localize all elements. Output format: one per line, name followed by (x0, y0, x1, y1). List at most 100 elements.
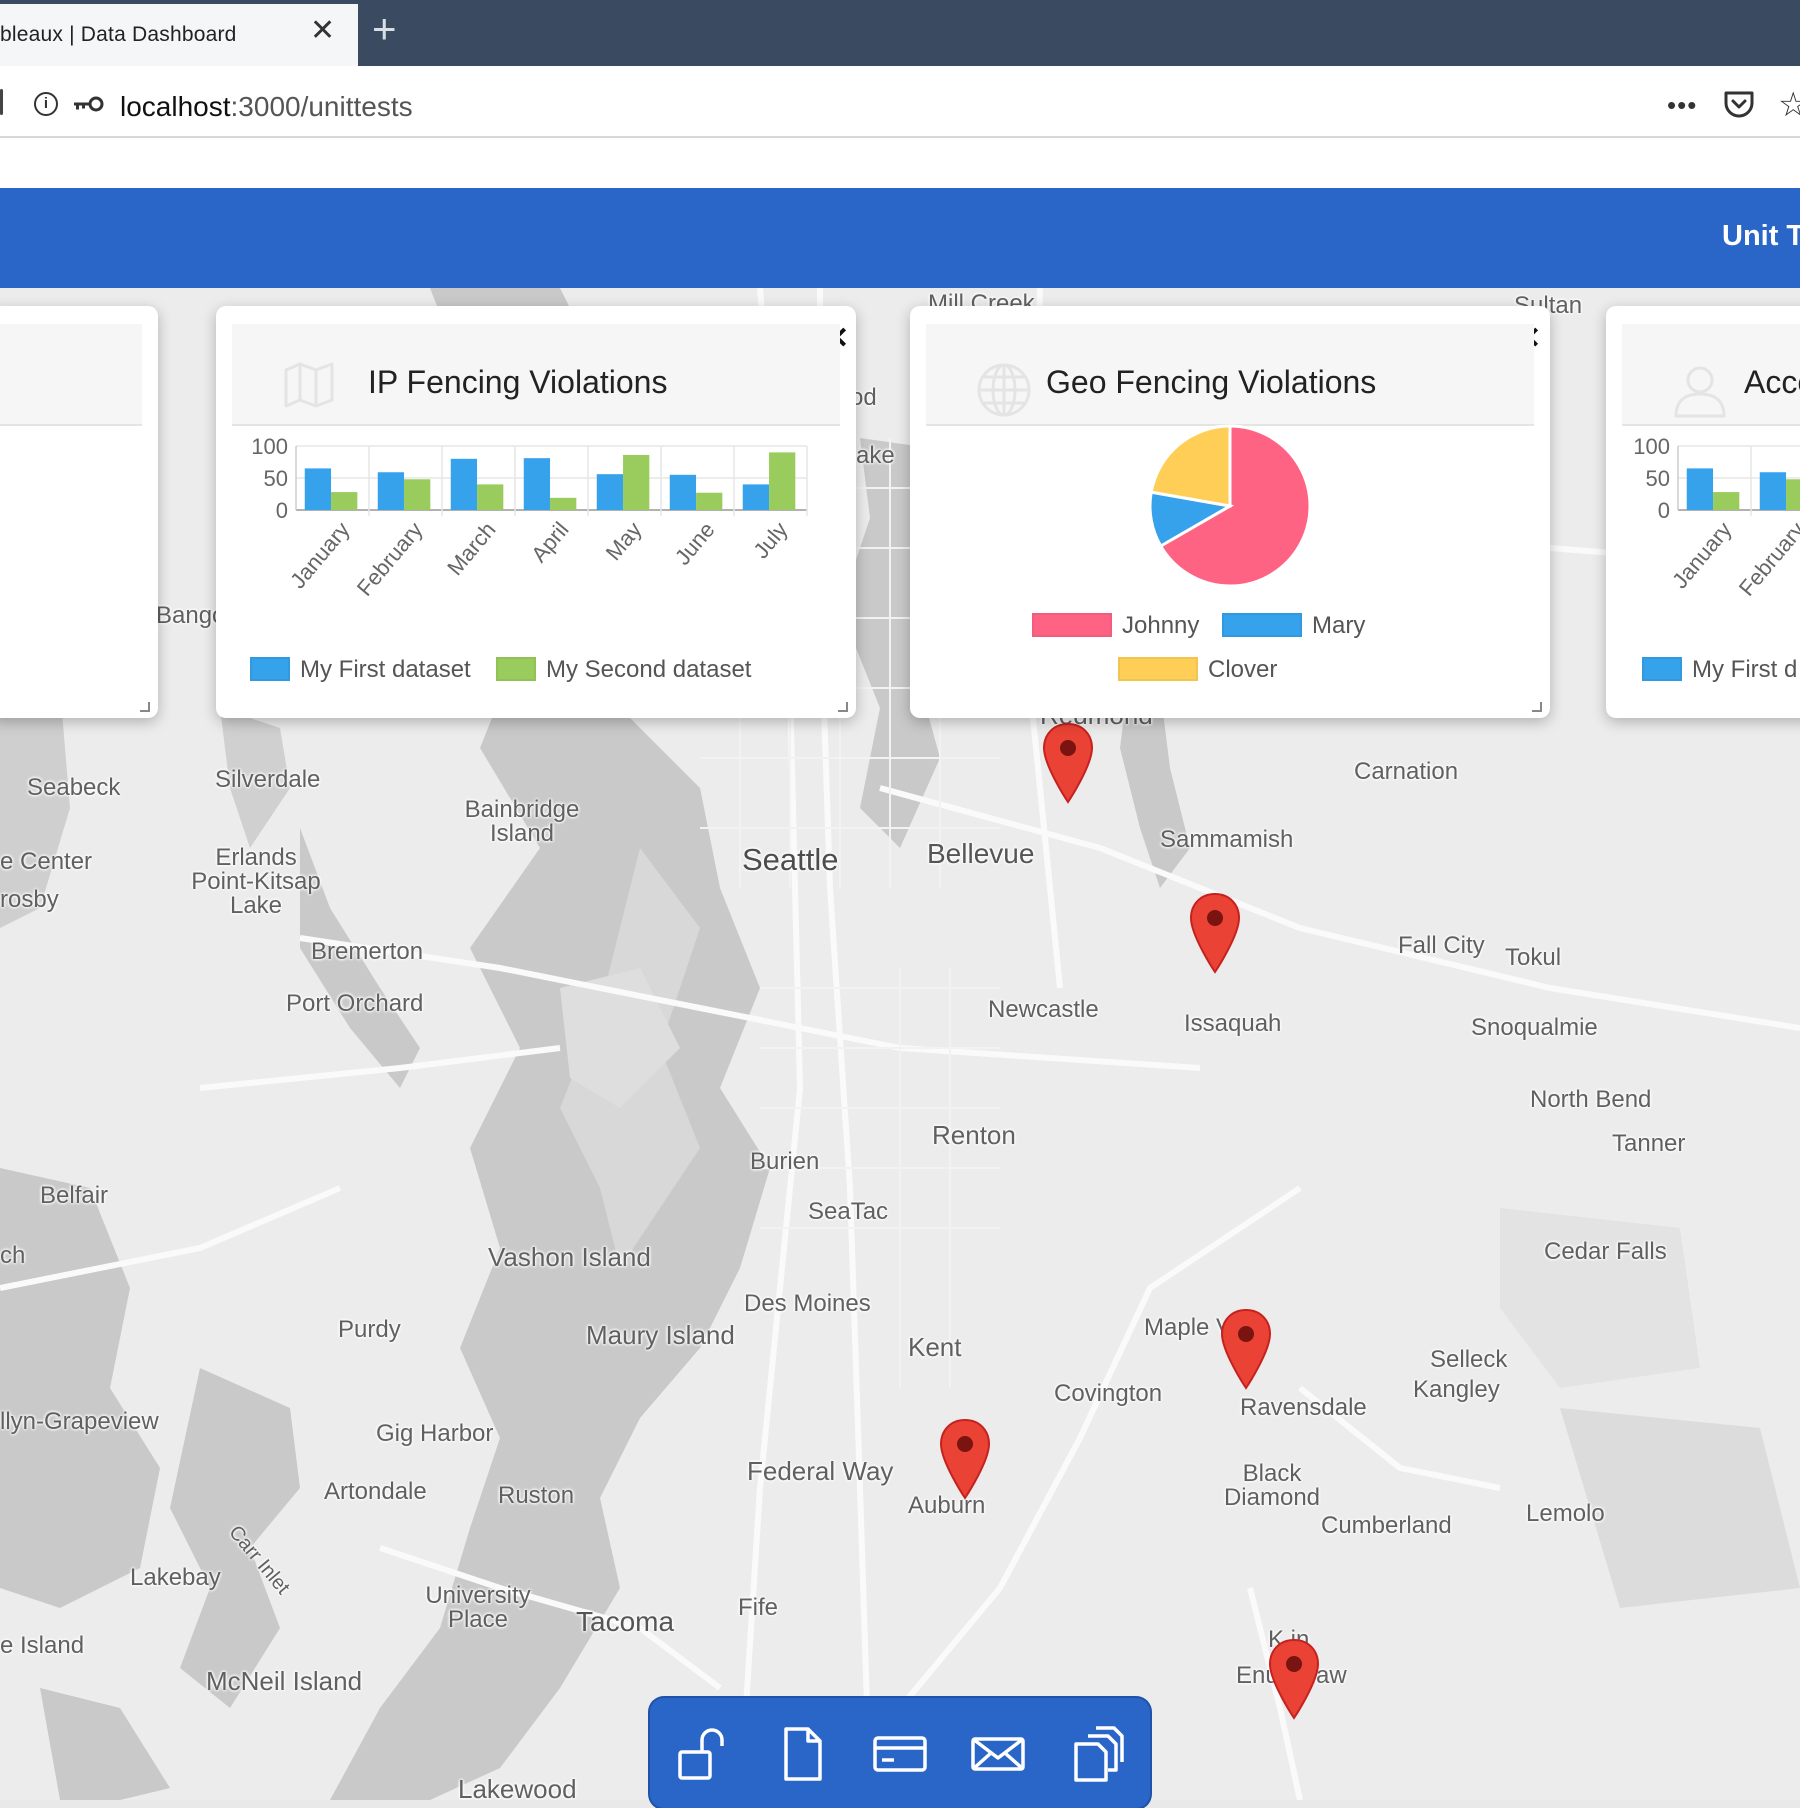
legend-item-first[interactable]: My First d (1642, 656, 1797, 684)
map-pin-icon[interactable] (1268, 1638, 1320, 1720)
mail-icon[interactable] (970, 1726, 1026, 1782)
legend-item-second[interactable]: My Second dataset (496, 656, 751, 684)
legend-item-clover[interactable]: Clover (1118, 656, 1277, 684)
resize-handle[interactable] (838, 702, 848, 712)
bar (669, 474, 697, 510)
credit-card-icon[interactable] (872, 1726, 928, 1782)
x-tick-label: April (526, 517, 573, 567)
legend-label: Johnny (1122, 612, 1200, 639)
bar (742, 484, 770, 510)
browser-tab-bar: bleaux | Data Dashboard ✕ + (0, 0, 1800, 66)
map-label-erlands-point: Erlands Point-Kitsap Lake (191, 844, 321, 919)
legend-item-first[interactable]: My First dataset (250, 656, 471, 684)
map-label-sammamish: Sammamish (1160, 826, 1294, 853)
map-label-e-island: e Island (0, 1632, 85, 1659)
card-header: Geo Fencing Violations (926, 324, 1534, 426)
map-label-seattle: Seattle (742, 842, 839, 877)
unlock-icon[interactable] (676, 1726, 732, 1782)
address-bar[interactable]: i localhost:3000/unittests ••• ☆ (0, 66, 1800, 138)
legend-swatch (250, 657, 290, 681)
map-label-university-place: University Place (425, 1582, 531, 1633)
map-label-tacoma: Tacoma (576, 1606, 675, 1637)
map-label-snoqualmie: Snoqualmie (1471, 1014, 1598, 1041)
bar (1686, 468, 1714, 510)
legend-label: My First d (1692, 656, 1798, 683)
document-icon[interactable] (774, 1726, 830, 1782)
y-tick-label: 100 (1633, 434, 1670, 459)
map-label-lakewood: Lakewood (458, 1774, 577, 1800)
x-tick-label: March (442, 517, 500, 580)
map-label-bellevue: Bellevue (927, 838, 1035, 869)
map-pin-icon[interactable] (1220, 1308, 1272, 1390)
url-host: localhost (120, 91, 231, 122)
sidebar-edge (0, 89, 3, 115)
pocket-icon[interactable] (1723, 90, 1755, 120)
map-label-kent: Kent (908, 1332, 962, 1362)
y-tick-label: 50 (264, 466, 288, 491)
new-tab-icon[interactable]: + (372, 8, 397, 50)
card-title: Acce (1744, 364, 1800, 400)
map-label-kangley: Kangley (1413, 1376, 1500, 1403)
info-icon[interactable]: i (34, 92, 58, 116)
map-label-covington: Covington (1054, 1380, 1163, 1407)
bar (450, 458, 478, 510)
map-label-cumberland: Cumberland (1321, 1512, 1452, 1539)
map-label-vashon-island: Vashon Island (488, 1242, 651, 1272)
y-tick-label: 50 (1646, 466, 1670, 491)
map-label-gig-harbor: Gig Harbor (376, 1420, 494, 1447)
map-label-artondale: Artondale (324, 1478, 427, 1505)
map-label-north-bend: North Bend (1530, 1086, 1652, 1113)
legend-swatch (1222, 613, 1302, 637)
resize-handle[interactable] (140, 702, 150, 712)
widget-card-partial-left: ✕ (0, 306, 158, 718)
x-tick-label: May (601, 517, 647, 565)
more-actions-icon[interactable]: ••• (1667, 90, 1697, 121)
tab-close-icon[interactable]: ✕ (310, 16, 335, 46)
map-label-tokul: Tokul (1505, 944, 1562, 971)
map-pin-icon[interactable] (1189, 892, 1241, 974)
map-label-bremerton: Bremerton (311, 938, 424, 965)
legend-swatch (1032, 613, 1112, 637)
map-label-tanner: Tanner (1612, 1130, 1686, 1157)
app-header: Unit T (0, 188, 1800, 288)
widget-card-ip-fencing: ✕ IP Fencing Violations 100500JanuaryFeb… (216, 306, 856, 718)
bookmark-star-icon[interactable]: ☆ (1778, 85, 1800, 125)
copy-icon[interactable] (1068, 1726, 1124, 1782)
x-tick-label: January (1667, 517, 1736, 593)
bar (404, 479, 431, 510)
map-label-bangor: Bango (156, 602, 226, 629)
bar (477, 484, 504, 510)
bar (623, 454, 650, 510)
x-tick-label: July (748, 517, 792, 563)
card-title: IP Fencing Violations (368, 364, 668, 400)
geo-pie-chart[interactable] (1100, 424, 1360, 624)
map-label-belfair: Belfair (40, 1182, 109, 1209)
bar (596, 474, 624, 510)
access-bar-chart[interactable]: 100 50 0JanuaryFebruary (1606, 426, 1800, 626)
legend-swatch (1118, 657, 1198, 681)
map-label-ravensdale: Ravensdale (1240, 1394, 1367, 1421)
map-label-cedar-falls: Cedar Falls (1544, 1238, 1667, 1265)
bar (523, 458, 551, 510)
ip-bar-chart[interactable]: 100 50 0JanuaryFebruary March April May June Ju… (216, 426, 856, 626)
browser-tab[interactable]: bleaux | Data Dashboard ✕ (0, 4, 358, 66)
map-icon (284, 362, 334, 408)
bar (1713, 492, 1740, 510)
url-text[interactable]: localhost:3000/unittests (120, 91, 413, 123)
bar (377, 472, 405, 510)
bar (1759, 472, 1787, 510)
url-path: :3000/unittests (230, 91, 413, 122)
key-icon[interactable] (72, 94, 106, 114)
legend-item-mary[interactable]: Mary (1222, 612, 1365, 640)
bottom-toolbar (650, 1698, 1150, 1808)
tab-title: bleaux | Data Dashboard (0, 23, 237, 46)
map-pin-icon[interactable] (939, 1418, 991, 1500)
map-label-selleck: Selleck (1430, 1346, 1508, 1373)
resize-handle[interactable] (1532, 702, 1542, 712)
legend-item-johnny[interactable]: Johnny (1032, 612, 1199, 640)
bar (1786, 479, 1800, 510)
map-label-ruston: Ruston (498, 1482, 575, 1509)
legend-label: Clover (1208, 656, 1278, 683)
map-pin-icon[interactable] (1042, 722, 1094, 804)
page-top-spacer (0, 138, 1800, 188)
